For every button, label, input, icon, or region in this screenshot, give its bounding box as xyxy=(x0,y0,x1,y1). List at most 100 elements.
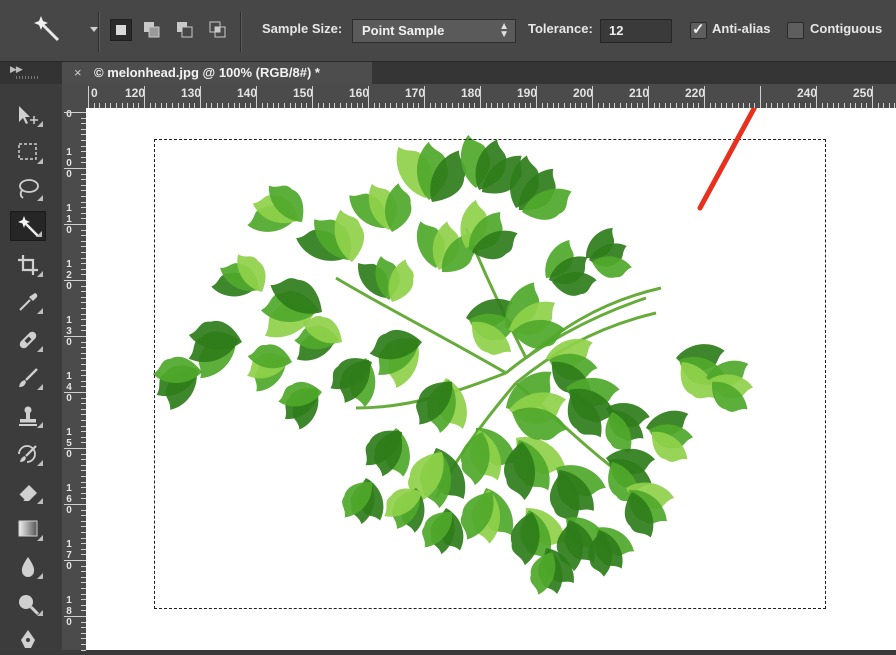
ruler-tick xyxy=(64,224,86,225)
ruler-tick xyxy=(592,86,593,108)
submenu-indicator xyxy=(37,158,43,164)
contiguous-checkbox[interactable] xyxy=(787,22,804,39)
submenu-indicator xyxy=(37,384,43,390)
sample-size-label: Sample Size: xyxy=(262,21,343,36)
horizontal-ruler[interactable]: 0 120 130 140 150 160 170 180 190 200 210 220 240 250 xyxy=(86,84,896,109)
ruler-label: 1 xyxy=(66,259,72,270)
move-tool[interactable] xyxy=(10,100,46,130)
ruler-label: 210 xyxy=(629,86,650,100)
clone-stamp-tool[interactable] xyxy=(10,401,46,431)
ruler-label: 1 xyxy=(66,427,72,438)
ruler-label: 150 xyxy=(293,86,314,100)
annotation-arrow-icon xyxy=(697,108,758,211)
ruler-label: 0 xyxy=(66,169,72,180)
ruler-tick xyxy=(64,616,86,617)
tab-strip xyxy=(372,62,896,84)
ruler-label: 1 xyxy=(66,147,72,158)
dodge-tool[interactable] xyxy=(10,589,46,619)
ruler-tick xyxy=(200,86,201,108)
ruler-tick xyxy=(64,560,86,561)
pen-tool[interactable] xyxy=(10,625,46,655)
ruler-tick xyxy=(424,86,425,108)
panel-grip[interactable] xyxy=(16,76,38,79)
ruler-label: 0 xyxy=(91,86,98,100)
submenu-indicator xyxy=(36,231,42,237)
eraser-tool[interactable] xyxy=(10,477,46,507)
ruler-tick xyxy=(312,86,313,108)
ruler-tick xyxy=(81,650,86,651)
ruler-label: 1 xyxy=(66,539,72,550)
ruler-tick xyxy=(648,86,649,108)
ruler-tick xyxy=(64,280,86,281)
tool-preset-picker[interactable] xyxy=(18,14,98,50)
ruler-tick xyxy=(64,504,86,505)
divider xyxy=(240,12,242,52)
ruler-label: 0 xyxy=(66,225,72,236)
ruler-label: 220 xyxy=(685,86,706,100)
document-tab[interactable]: × © melonhead.jpg @ 100% (RGB/8#) * xyxy=(62,62,373,84)
ruler-tick xyxy=(88,86,89,108)
ruler-origin[interactable] xyxy=(62,84,87,109)
gradient-tool[interactable] xyxy=(10,514,46,544)
submenu-indicator xyxy=(37,121,43,127)
divider xyxy=(98,12,100,52)
ruler-tick xyxy=(64,392,86,393)
pen-icon xyxy=(21,630,35,648)
tools-panel-header: ▶▶ xyxy=(0,62,62,84)
ruler-label: 130 xyxy=(181,86,202,100)
ruler-label: 1 xyxy=(66,483,72,494)
ruler-label: 0 xyxy=(66,617,72,628)
ruler-tick xyxy=(144,86,145,108)
ruler-label: 1 xyxy=(66,371,72,382)
magic-wand-tool[interactable] xyxy=(10,211,46,241)
ruler-tick xyxy=(760,86,761,108)
ruler-tick xyxy=(704,86,705,108)
submenu-indicator xyxy=(37,422,43,428)
ruler-tick xyxy=(64,168,86,169)
ruler-label: 0 xyxy=(66,561,72,572)
ruler-tick xyxy=(368,86,369,108)
submenu-indicator xyxy=(37,271,43,277)
ruler-label: 1 xyxy=(66,203,72,214)
crop-tool[interactable] xyxy=(10,250,46,280)
ruler-tick xyxy=(64,448,86,449)
ruler-tick xyxy=(872,86,873,108)
ruler-label: 1 xyxy=(66,595,72,606)
submenu-indicator xyxy=(37,610,43,616)
sample-size-select[interactable]: Point Sample ▲ ▼ xyxy=(352,19,516,43)
brush-tool[interactable] xyxy=(10,363,46,393)
rectangular-marquee-tool[interactable] xyxy=(10,137,46,167)
tolerance-input[interactable]: 12 xyxy=(600,19,672,43)
collapse-panel-icon[interactable]: ▶▶ xyxy=(10,64,23,75)
ruler-tick xyxy=(816,86,817,108)
subtract-from-selection-button[interactable] xyxy=(174,19,196,41)
magic-wand-icon xyxy=(34,16,60,42)
new-selection-button[interactable] xyxy=(110,19,132,41)
intersect-selection-button[interactable] xyxy=(207,19,229,41)
ruler-label: 0 xyxy=(66,337,72,348)
submenu-indicator xyxy=(37,308,43,314)
anti-alias-checkbox[interactable]: ✓ xyxy=(690,21,707,39)
eyedropper-tool[interactable] xyxy=(10,287,46,317)
ruler-label: 190 xyxy=(517,86,538,100)
ruler-label: 170 xyxy=(405,86,426,100)
ruler-tick xyxy=(64,336,86,337)
ruler-label: 0 xyxy=(66,505,72,516)
ruler-tick xyxy=(256,86,257,108)
add-to-selection-button[interactable] xyxy=(141,19,163,41)
close-icon[interactable]: × xyxy=(74,65,82,80)
history-brush-tool[interactable] xyxy=(10,439,46,469)
submenu-indicator xyxy=(37,535,43,541)
submenu-indicator xyxy=(37,573,43,579)
ruler-label: 200 xyxy=(573,86,594,100)
vertical-ruler[interactable]: 0100110120130140150160170180 xyxy=(62,108,87,651)
submenu-indicator xyxy=(37,195,43,201)
ruler-label: 0 xyxy=(66,449,72,460)
chevron-down-icon xyxy=(90,27,98,32)
blur-tool[interactable] xyxy=(10,552,46,582)
healing-brush-tool[interactable] xyxy=(10,325,46,355)
document-canvas[interactable] xyxy=(86,108,896,650)
anti-alias-label: Anti-alias xyxy=(712,21,771,36)
lasso-tool[interactable] xyxy=(10,174,46,204)
ruler-label: 180 xyxy=(461,86,482,100)
